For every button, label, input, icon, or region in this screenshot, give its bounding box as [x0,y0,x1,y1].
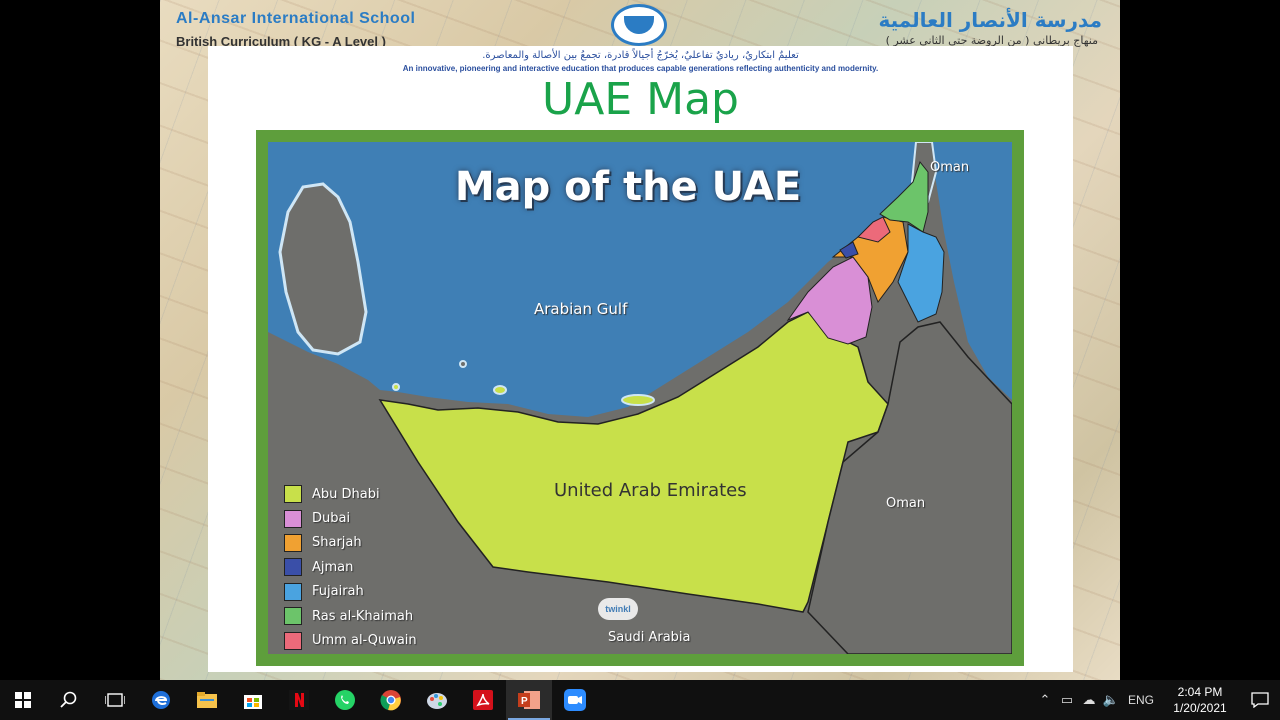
label-oman-north: Oman [930,160,970,175]
school-name-ar: مدرسة الأنصار العالمية [878,8,1102,32]
legend-item: Ajman [284,555,417,579]
label-arabian-gulf: Arabian Gulf [534,300,628,318]
legend-item: Sharjah [284,531,417,555]
legend-item: Ras al-Khaimah [284,604,417,628]
legend-swatch [284,485,302,504]
legend-swatch [284,631,302,650]
paint-button[interactable] [414,680,460,720]
search-button[interactable] [46,680,92,720]
store-icon [244,695,262,709]
file-explorer-icon [197,692,217,708]
start-icon [15,692,31,708]
legend-label: Sharjah [312,535,362,551]
language-indicator[interactable]: ENG [1122,693,1160,707]
tagline-ar: تعليمٌ ابتكاريٌ، رياديٌ تفاعليٌ، يُخرّجُ… [482,50,799,61]
legend-item: Fujairah [284,580,417,604]
logo-emblem [624,16,654,34]
task-view-button[interactable] [92,680,138,720]
search-icon [60,691,77,708]
powerpoint-button[interactable]: P [506,680,552,720]
onedrive-icon[interactable]: ☁ [1078,692,1100,708]
chrome-icon [380,690,401,711]
legend-swatch [284,607,302,626]
legend-label: Umm al-Quwain [312,633,417,649]
island [392,383,400,391]
acrobat-icon [473,690,493,710]
content-panel: تعليمٌ ابتكاريٌ، رياديٌ تفاعليٌ، يُخرّجُ… [208,46,1073,672]
island [621,394,655,406]
map-heading: Map of the UAE [454,164,802,210]
legend-item: Umm al-Quwain [284,628,417,652]
svg-text:P: P [521,696,528,707]
legend-label: Abu Dhabi [312,486,380,502]
legend-swatch [284,509,302,528]
school-logo [611,4,667,46]
start-button[interactable] [0,680,46,720]
legend-swatch [284,582,302,601]
clock-time: 2:04 PM [1177,685,1223,699]
clock-date: 1/20/2021 [1173,701,1227,715]
slide-header: Al-Ansar International School British Cu… [160,0,1120,49]
notification-icon [1251,692,1269,708]
map-legend: Abu Dhabi Dubai Sharjah Ajman Fujairah R… [284,482,417,653]
label-saudi-arabia: Saudi Arabia [608,630,691,645]
store-button[interactable] [230,680,276,720]
legend-label: Ajman [312,559,354,575]
legend-swatch [284,533,302,552]
map-frame: Map of the UAE Arabian Gulf United Arab … [256,130,1024,666]
zoom-button[interactable] [552,680,598,720]
slide-title: UAE Map [542,74,739,125]
legend-item: Abu Dhabi [284,482,417,506]
zoom-icon [564,689,586,711]
whatsapp-icon [335,690,355,710]
screen: Al-Ansar International School British Cu… [0,0,1280,680]
netflix-button[interactable] [276,680,322,720]
edge-button[interactable] [138,680,184,720]
legend-item: Dubai [284,506,417,530]
edge-icon [152,691,170,709]
island [459,360,467,368]
taskbar: P ⌃ ▭ ☁ 🔈 ENG 2:04 PM 1/20/2021 [0,680,1280,720]
slide: Al-Ansar International School British Cu… [160,0,1120,680]
island [493,385,507,395]
chrome-button[interactable] [368,680,414,720]
label-uae: United Arab Emirates [554,480,747,501]
battery-icon[interactable]: ▭ [1056,692,1078,708]
legend-swatch [284,558,302,577]
powerpoint-icon: P [518,691,540,709]
legend-label: Fujairah [312,584,364,600]
file-explorer-button[interactable] [184,680,230,720]
whatsapp-button[interactable] [322,680,368,720]
legend-label: Dubai [312,511,351,527]
twinkl-watermark: twinkl [598,598,638,620]
acrobat-button[interactable] [460,680,506,720]
netflix-icon [289,690,309,710]
notification-button[interactable] [1240,680,1280,720]
tagline-en: An innovative, pioneering and interactiv… [402,64,879,73]
chevron-up-icon[interactable]: ⌃ [1034,692,1056,708]
system-tray: ⌃ ▭ ☁ 🔈 ENG 2:04 PM 1/20/2021 [1034,680,1280,720]
task-view-icon [105,693,125,707]
clock[interactable]: 2:04 PM 1/20/2021 [1160,684,1240,716]
volume-icon[interactable]: 🔈 [1100,692,1122,708]
school-name-en: Al-Ansar International School [176,10,416,27]
legend-label: Ras al-Khaimah [312,608,414,624]
label-oman-east: Oman [886,496,926,511]
paint-icon [427,693,447,709]
uae-map: Map of the UAE Arabian Gulf United Arab … [268,142,1012,654]
